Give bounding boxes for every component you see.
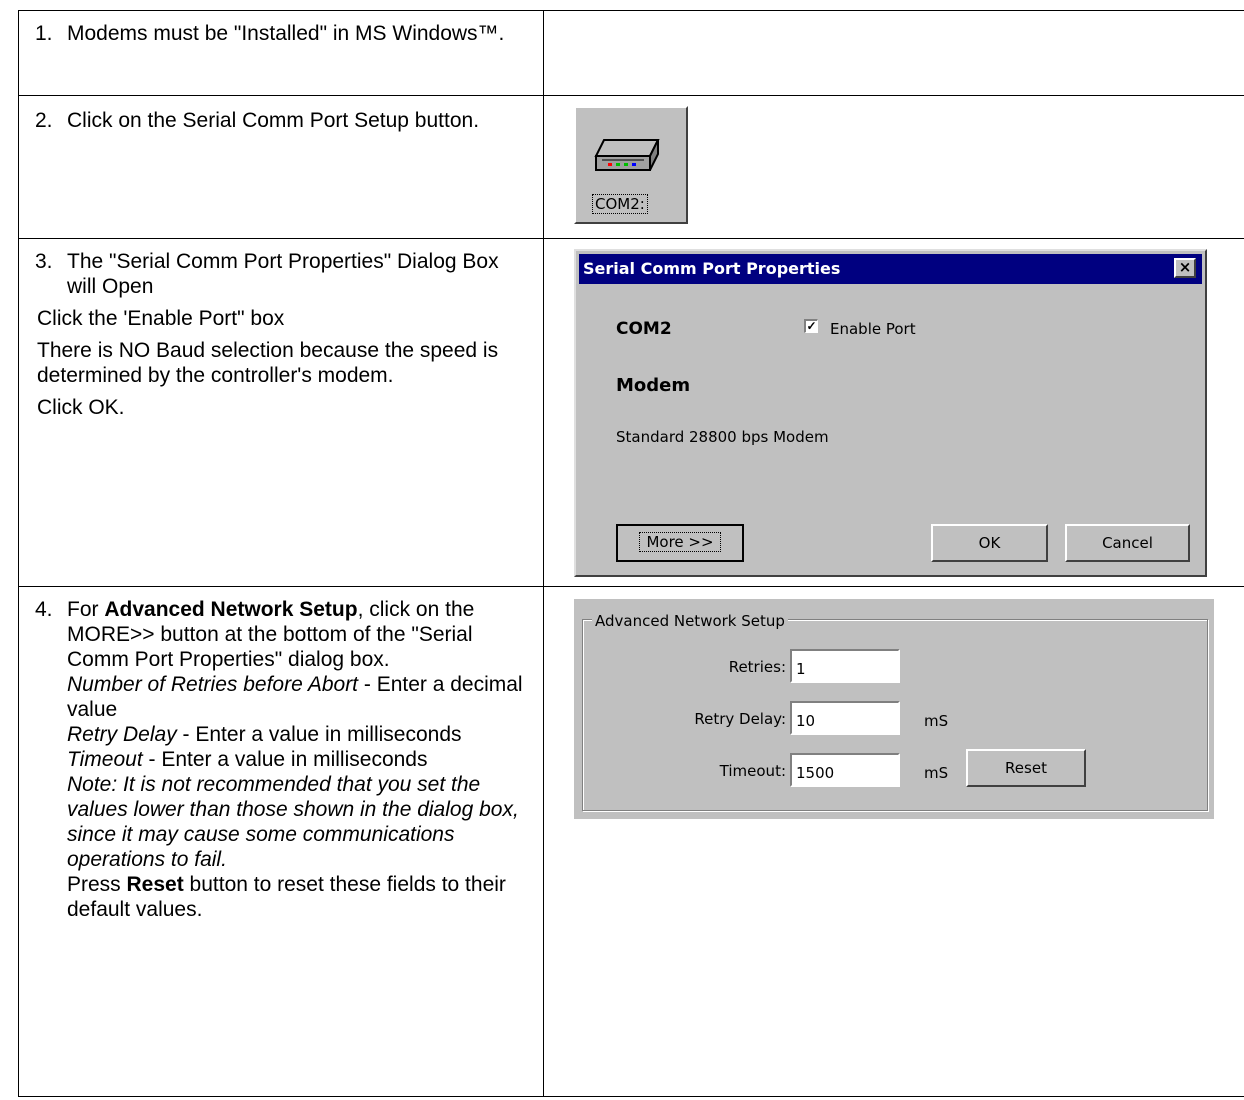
step-4-intro-start: For — [67, 598, 105, 621]
dialog-title: Serial Comm Port Properties — [583, 259, 841, 278]
modem-name: Standard 28800 bps Modem — [616, 428, 829, 446]
modem-icon — [594, 139, 660, 171]
press-text: Press — [67, 873, 127, 896]
step-1-text-cell: 1. Modems must be "Installed" in MS Wind… — [18, 10, 544, 96]
reset-button[interactable]: Reset — [966, 749, 1086, 787]
step-3-baud-note: There is NO Baud selection because the s… — [37, 339, 499, 387]
timeout-description: - Enter a value in milliseconds — [142, 748, 428, 771]
step-2-text: Click on the Serial Comm Port Setup butt… — [67, 109, 480, 132]
more-button[interactable]: More >> — [616, 524, 744, 562]
modem-heading: Modem — [616, 375, 691, 396]
step-3-intro: The "Serial Comm Port Properties" Dialog… — [67, 250, 499, 298]
cancel-button[interactable]: Cancel — [1065, 524, 1190, 562]
serial-comm-port-setup-button[interactable]: COM2: — [574, 106, 688, 224]
retry-delay-field[interactable]: 10 — [790, 701, 900, 735]
step-number: 2. — [35, 109, 53, 132]
enable-port-checkbox[interactable]: ✓ — [804, 319, 818, 333]
advanced-network-setup-term: Advanced Network Setup — [104, 598, 358, 621]
step-3-item: 3. The "Serial Comm Port Properties" Dia… — [35, 249, 529, 299]
step-1-text: Modems must be "Installed" in MS Windows… — [67, 22, 505, 45]
timeout-term: Timeout — [67, 748, 143, 771]
step-2-text-cell: 2. Click on the Serial Comm Port Setup b… — [18, 95, 544, 239]
retries-field[interactable]: 1 — [790, 649, 900, 683]
timeout-unit: mS — [924, 764, 949, 782]
step-2-image-cell: COM2: — [543, 95, 1244, 239]
enable-port-label: Enable Port — [830, 320, 916, 338]
step-1-image-cell — [543, 10, 1244, 96]
step-3-text-cell: 3. The "Serial Comm Port Properties" Dia… — [18, 238, 544, 587]
step-row-1: 1. Modems must be "Installed" in MS Wind… — [18, 10, 1244, 96]
step-row-2: 2. Click on the Serial Comm Port Setup b… — [18, 95, 1244, 239]
retry-delay-unit: mS — [924, 712, 949, 730]
serial-comm-port-properties-dialog: Serial Comm Port Properties × COM2 ✓ Ena… — [574, 249, 1207, 577]
step-number: 3. — [35, 250, 53, 273]
ok-button[interactable]: OK — [931, 524, 1048, 562]
group-title: Advanced Network Setup — [592, 609, 788, 634]
step-4-image-cell: Advanced Network Setup Retries: 1 Retry … — [543, 586, 1244, 1097]
step-row-3: 3. The "Serial Comm Port Properties" Dia… — [18, 238, 1244, 587]
reset-term: Reset — [126, 873, 184, 896]
retry-delay-label: Retry Delay: — [694, 710, 786, 728]
dialog-titlebar: Serial Comm Port Properties × — [579, 254, 1202, 284]
com2-button-label: COM2: — [592, 194, 648, 214]
close-icon[interactable]: × — [1174, 258, 1196, 278]
retry-delay-term: Retry Delay — [67, 723, 177, 746]
step-4-item: 4. For Advanced Network Setup, click on … — [35, 597, 529, 922]
values-note: Note: It is not recommended that you set… — [67, 773, 519, 871]
port-name: COM2 — [616, 319, 672, 339]
timeout-field[interactable]: 1500 — [790, 753, 900, 787]
step-2-item: 2. Click on the Serial Comm Port Setup b… — [35, 108, 529, 133]
step-row-4: 4. For Advanced Network Setup, click on … — [18, 586, 1244, 1097]
more-button-label: More >> — [639, 532, 721, 552]
advanced-network-setup-panel: Advanced Network Setup Retries: 1 Retry … — [574, 599, 1214, 819]
retry-delay-description: - Enter a value in milliseconds — [176, 723, 462, 746]
steps-table: 1. Modems must be "Installed" in MS Wind… — [18, 10, 1244, 1097]
step-3-ok-instruction: Click OK. — [37, 396, 125, 419]
step-number: 4. — [35, 598, 53, 621]
step-3-enable-instruction: Click the 'Enable Port" box — [37, 307, 285, 330]
retries-label: Retries: — [728, 658, 786, 676]
retries-term: Number of Retries before Abort — [67, 673, 359, 696]
step-4-text-cell: 4. For Advanced Network Setup, click on … — [18, 586, 544, 1097]
timeout-label: Timeout: — [719, 762, 786, 780]
step-number: 1. — [35, 22, 53, 45]
step-3-image-cell: Serial Comm Port Properties × COM2 ✓ Ena… — [543, 238, 1244, 587]
step-1-item: 1. Modems must be "Installed" in MS Wind… — [35, 21, 529, 46]
